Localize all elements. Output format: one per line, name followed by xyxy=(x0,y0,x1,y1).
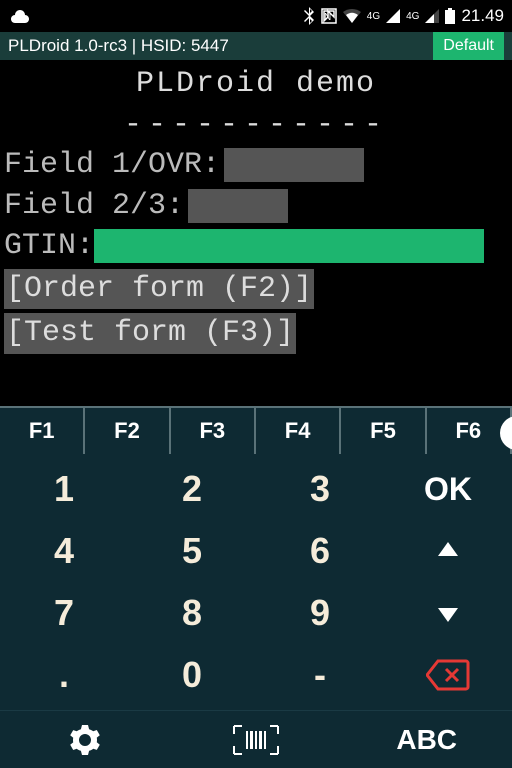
key-ok[interactable]: OK xyxy=(384,458,512,520)
signal-2-label: 4G xyxy=(406,11,419,22)
gtin-label: GTIN: xyxy=(4,226,94,267)
android-status-bar: N 4G 4G 21.49 xyxy=(0,0,512,32)
terminal-screen[interactable]: PLDroid demo ----------- Field 1/OVR: Fi… xyxy=(0,60,512,406)
key-6[interactable]: 6 xyxy=(256,520,384,582)
fkey-f5[interactable]: F5 xyxy=(341,408,426,454)
arrow-up-icon xyxy=(435,538,461,564)
barcode-scan-button[interactable] xyxy=(171,724,342,756)
gtin-input[interactable] xyxy=(94,229,484,263)
key-dash[interactable]: - xyxy=(256,644,384,706)
app-title: PLDroid 1.0-rc3 | HSID: 5447 xyxy=(8,36,229,56)
key-3[interactable]: 3 xyxy=(256,458,384,520)
bottom-toolbar: ABC xyxy=(0,710,512,768)
key-9[interactable]: 9 xyxy=(256,582,384,644)
clock: 21.49 xyxy=(461,6,504,26)
terminal-title: PLDroid demo xyxy=(0,64,512,105)
signal-1-icon xyxy=(386,9,400,23)
svg-text:N: N xyxy=(324,12,331,23)
key-7[interactable]: 7 xyxy=(0,582,128,644)
wifi-icon xyxy=(343,9,361,23)
numeric-keypad: 1 2 3 OK 4 5 6 7 8 9 . 0 - xyxy=(0,454,512,710)
key-up[interactable] xyxy=(384,520,512,582)
keyboard-mode-button[interactable]: ABC xyxy=(341,724,512,756)
key-backspace[interactable] xyxy=(384,644,512,706)
field2-label: Field 2/3: xyxy=(4,186,184,227)
key-8[interactable]: 8 xyxy=(128,582,256,644)
key-5[interactable]: 5 xyxy=(128,520,256,582)
fkey-f3[interactable]: F3 xyxy=(171,408,256,454)
gear-icon xyxy=(69,724,101,756)
key-dot[interactable]: . xyxy=(0,644,128,706)
fkey-f2[interactable]: F2 xyxy=(85,408,170,454)
app-bar: PLDroid 1.0-rc3 | HSID: 5447 Default xyxy=(0,32,512,60)
barcode-icon xyxy=(232,724,280,756)
battery-icon xyxy=(445,8,455,24)
fkey-f1[interactable]: F1 xyxy=(0,408,85,454)
settings-button[interactable] xyxy=(0,724,171,756)
field1-input[interactable] xyxy=(224,148,364,182)
fkey-f4[interactable]: F4 xyxy=(256,408,341,454)
test-form-link[interactable]: [Test form (F3)] xyxy=(4,313,296,354)
key-4[interactable]: 4 xyxy=(0,520,128,582)
arrow-down-icon xyxy=(435,600,461,626)
key-2[interactable]: 2 xyxy=(128,458,256,520)
key-0[interactable]: 0 xyxy=(128,644,256,706)
order-form-link[interactable]: [Order form (F2)] xyxy=(4,269,314,310)
signal-2-icon xyxy=(425,9,439,23)
field1-label: Field 1/OVR: xyxy=(4,145,220,186)
nfc-icon: N xyxy=(321,8,337,24)
key-1[interactable]: 1 xyxy=(0,458,128,520)
terminal-divider: ----------- xyxy=(0,105,512,146)
bluetooth-icon xyxy=(303,7,315,25)
signal-1-label: 4G xyxy=(367,11,380,22)
field2-input[interactable] xyxy=(188,189,288,223)
key-down[interactable] xyxy=(384,582,512,644)
backspace-icon xyxy=(426,659,470,691)
fkey-row: F1 F2 F3 F4 F5 F6 xyxy=(0,406,512,454)
profile-button[interactable]: Default xyxy=(433,32,504,60)
cloud-icon xyxy=(8,8,30,24)
